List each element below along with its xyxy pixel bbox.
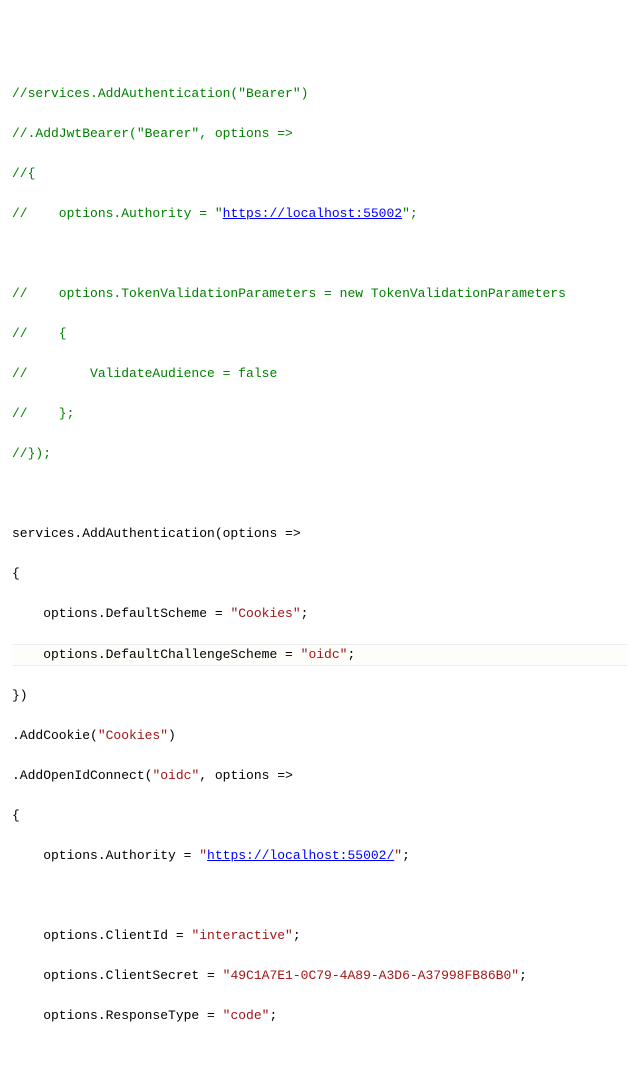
- code-text: options.DefaultScheme =: [12, 606, 230, 621]
- code-line: options.ClientSecret = "49C1A7E1-0C79-4A…: [12, 966, 628, 986]
- code-line: }): [12, 686, 628, 706]
- comment: // ValidateAudience = false: [12, 366, 277, 381]
- quote: ": [215, 206, 223, 221]
- code-line: options.ResponseType = "code";: [12, 1006, 628, 1026]
- code-text: ;: [519, 968, 527, 983]
- code-text: {: [12, 566, 20, 581]
- comment: // {: [12, 326, 67, 341]
- code-line: .AddOpenIdConnect("oidc", options =>: [12, 766, 628, 786]
- code-text: ;: [402, 848, 410, 863]
- string-literal: "Cookies": [98, 728, 168, 743]
- code-line: {: [12, 564, 628, 584]
- comment: //services.AddAuthentication("Bearer"): [12, 86, 308, 101]
- code-text: , options =>: [199, 768, 293, 783]
- url-link[interactable]: https://localhost:55002: [223, 206, 402, 221]
- code-text: options.ClientId =: [12, 928, 191, 943]
- code-text: }): [12, 688, 28, 703]
- code-text: .AddCookie(: [12, 728, 98, 743]
- code-line: //services.AddAuthentication("Bearer"): [12, 84, 628, 104]
- code-text: .AddOpenIdConnect(: [12, 768, 152, 783]
- code-text: options.ResponseType =: [12, 1008, 223, 1023]
- code-line: services.AddAuthentication(options =>: [12, 524, 628, 544]
- code-line: [12, 886, 628, 906]
- comment: //});: [12, 446, 51, 461]
- quote: ": [199, 848, 207, 863]
- quote: ": [402, 206, 410, 221]
- code-line: [12, 244, 628, 264]
- code-line: //});: [12, 444, 628, 464]
- code-line: // ValidateAudience = false: [12, 364, 628, 384]
- code-line: [12, 484, 628, 504]
- code-line: // };: [12, 404, 628, 424]
- code-line: // {: [12, 324, 628, 344]
- code-text: ;: [301, 606, 309, 621]
- code-line: //.AddJwtBearer("Bearer", options =>: [12, 124, 628, 144]
- code-line: // options.Authority = "https://localhos…: [12, 204, 628, 224]
- quote: ": [394, 848, 402, 863]
- string-literal: "oidc": [301, 647, 348, 662]
- code-line: [12, 1046, 628, 1066]
- comment: ;: [410, 206, 418, 221]
- string-literal: "oidc": [152, 768, 199, 783]
- code-text: options.DefaultChallengeScheme =: [12, 647, 301, 662]
- code-line: options.Authority = "https://localhost:5…: [12, 846, 628, 866]
- comment: // options.Authority =: [12, 206, 215, 221]
- code-text: {: [12, 808, 20, 823]
- code-line: {: [12, 806, 628, 826]
- code-text: options.ClientSecret =: [12, 968, 223, 983]
- code-line: .AddCookie("Cookies"): [12, 726, 628, 746]
- string-literal: "Cookies": [230, 606, 300, 621]
- code-line-highlighted: options.DefaultChallengeScheme = "oidc";: [12, 644, 628, 666]
- string-literal: "49C1A7E1-0C79-4A89-A3D6-A37998FB86B0": [223, 968, 519, 983]
- comment: // options.TokenValidationParameters = n…: [12, 286, 566, 301]
- string-literal: "interactive": [191, 928, 292, 943]
- code-text: options.Authority =: [12, 848, 199, 863]
- url-link[interactable]: https://localhost:55002/: [207, 848, 394, 863]
- code-line: options.ClientId = "interactive";: [12, 926, 628, 946]
- code-line: // options.TokenValidationParameters = n…: [12, 284, 628, 304]
- code-text: ;: [269, 1008, 277, 1023]
- string-literal: "code": [223, 1008, 270, 1023]
- code-text: ;: [347, 647, 355, 662]
- comment: //{: [12, 166, 35, 181]
- comment: // };: [12, 406, 74, 421]
- code-text: ): [168, 728, 176, 743]
- comment: //.AddJwtBearer("Bearer", options =>: [12, 126, 293, 141]
- code-line: //{: [12, 164, 628, 184]
- code-text: ;: [293, 928, 301, 943]
- code-line: options.DefaultScheme = "Cookies";: [12, 604, 628, 624]
